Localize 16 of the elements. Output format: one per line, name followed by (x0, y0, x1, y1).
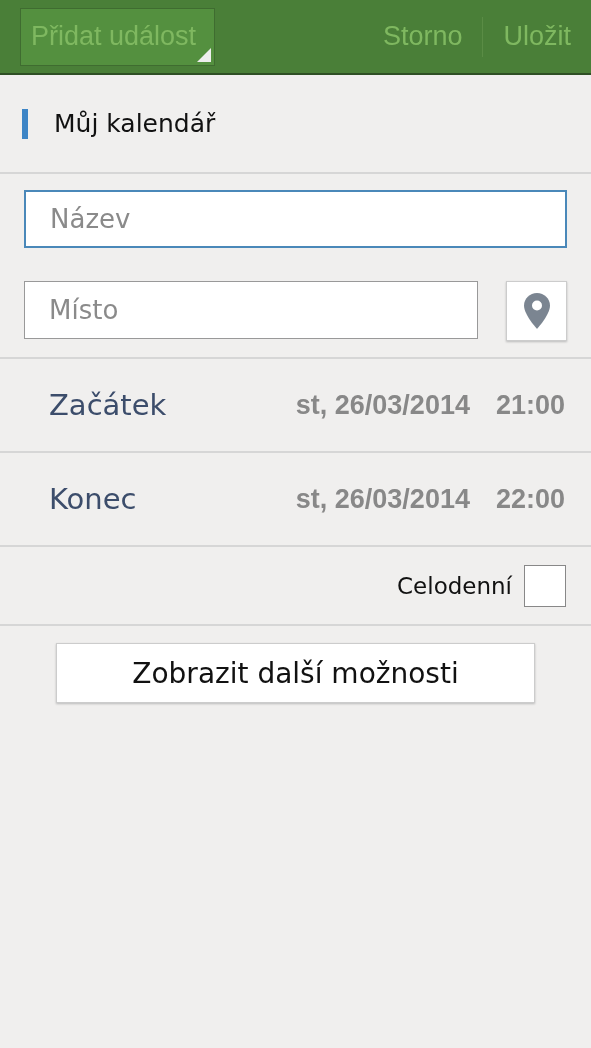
location-field[interactable]: Místo (24, 281, 478, 339)
more-options-button[interactable]: Zobrazit další možnosti (56, 643, 535, 703)
map-pin-icon[interactable] (506, 281, 567, 341)
time-value[interactable]: 22:00 (495, 483, 565, 515)
action-button[interactable]: Uložit (483, 16, 591, 57)
calendar-name[interactable]: Můj kalendář (54, 109, 216, 138)
title-field[interactable]: Název (24, 190, 567, 248)
time-label: Začátek (49, 388, 168, 422)
date-value[interactable]: st, 26/03/2014 (295, 389, 470, 421)
all-day-checkbox[interactable] (524, 564, 566, 607)
action-button[interactable]: Storno (362, 16, 483, 57)
all-day-label: Celodenní (397, 572, 512, 599)
time-label: Konec (49, 482, 138, 516)
dropdown-corner-icon (197, 47, 212, 62)
time-value[interactable]: 21:00 (495, 389, 565, 421)
date-value[interactable]: st, 26/03/2014 (295, 483, 470, 515)
